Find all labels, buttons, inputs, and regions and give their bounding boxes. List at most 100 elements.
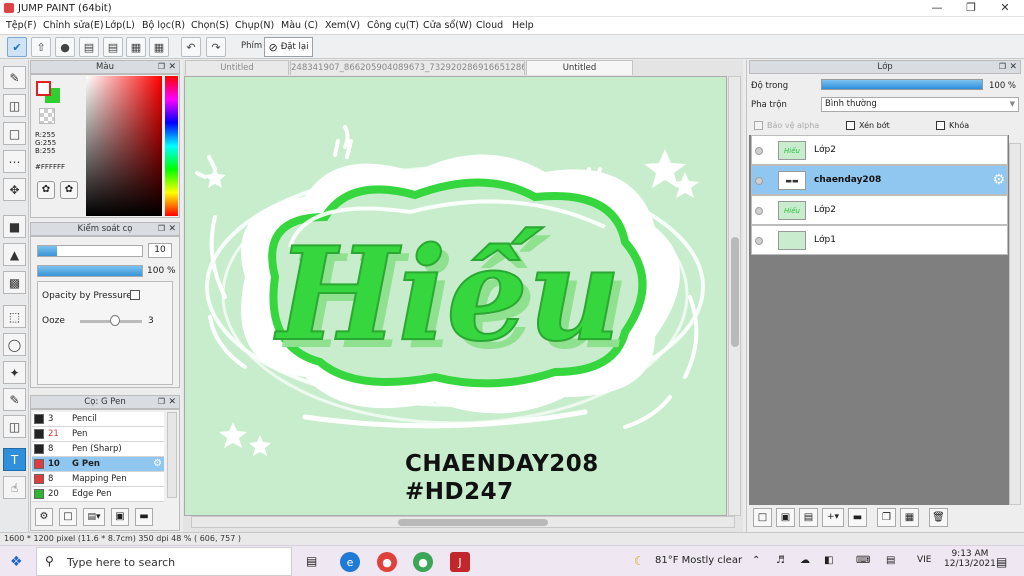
clock[interactable]: 9:13 AM 12/13/2021 [944, 549, 996, 569]
chrome-profile-icon[interactable]: ● [413, 552, 433, 572]
comment-icon[interactable]: ● [55, 37, 75, 57]
chevron-up-icon[interactable]: ⌃ [752, 555, 760, 566]
rectangle-tool-icon[interactable]: □ [3, 122, 26, 145]
layer-row-lop2[interactable]: Hiếu Lớp2 [751, 195, 1008, 225]
hue-slider[interactable] [165, 76, 178, 216]
new-raster-layer-icon[interactable]: ▣ [776, 508, 795, 527]
check-icon[interactable]: ✔ [7, 37, 27, 57]
chrome-icon[interactable]: ● [377, 552, 397, 572]
layout-icon[interactable]: ▦ [126, 37, 146, 57]
visibility-icon[interactable] [755, 177, 763, 185]
float-icon[interactable]: ❐ [158, 396, 165, 408]
display-icon[interactable]: ▤ [886, 555, 895, 566]
menu-capture[interactable]: Chụp(N) [235, 20, 274, 31]
windows-start-icon[interactable]: ❖ [10, 554, 23, 570]
duplicate-layer-icon[interactable]: ❐ [877, 508, 896, 527]
visibility-icon[interactable] [755, 237, 763, 245]
menu-tools[interactable]: Công cụ(T) [367, 20, 419, 31]
float-icon[interactable]: ❐ [158, 223, 165, 235]
float-icon[interactable]: ❐ [158, 61, 165, 73]
notification-icon[interactable]: ▤ [996, 555, 1007, 569]
grid-icon[interactable]: ▦ [149, 37, 169, 57]
canvas-horizontal-scrollbar[interactable] [191, 516, 735, 528]
doc-tab-image[interactable]: 248341907_866205904089673_73292028691665… [290, 60, 525, 75]
select-pen-icon[interactable]: ✎ [3, 388, 26, 411]
hand-tool-icon[interactable]: ☝ [3, 476, 26, 499]
gear-icon[interactable]: ⚙ [992, 172, 1005, 188]
brush-list-item[interactable]: 10 G Pen ⚙ [32, 457, 164, 472]
export-icon[interactable]: ⇧ [31, 37, 51, 57]
language-indicator[interactable]: VIE [917, 555, 932, 565]
volume-icon[interactable]: ♬ [776, 555, 785, 566]
eraser-tool-icon[interactable]: ◫ [3, 94, 26, 117]
add-layer-menu-icon[interactable]: +▾ [822, 508, 844, 527]
copy-brush-icon[interactable]: ▣ [111, 508, 129, 526]
network-icon[interactable]: ◧ [824, 555, 833, 566]
cloud-icon[interactable]: ☁ [800, 555, 810, 566]
menu-filter[interactable]: Bộ lọc(R) [142, 20, 185, 31]
fill-rect-tool-icon[interactable]: ■ [3, 215, 26, 238]
menu-cloud[interactable]: Cloud [476, 20, 503, 31]
menu-color[interactable]: Màu (C) [281, 20, 318, 31]
menu-layer[interactable]: Lớp(L) [105, 20, 135, 31]
text-tool-icon[interactable]: T [3, 448, 26, 471]
visibility-icon[interactable] [755, 207, 763, 215]
blend-mode-select[interactable]: Bình thường ▼ [821, 97, 1019, 112]
doc-tab-untitled-1[interactable]: Untitled [185, 60, 289, 75]
select-rect-icon[interactable]: ⬚ [3, 305, 26, 328]
doc-tab-untitled-2[interactable]: Untitled [526, 60, 633, 75]
brush-folder-icon[interactable]: ▬ [135, 508, 153, 526]
menu-help[interactable]: Help [512, 20, 534, 31]
gradient-tool-icon[interactable]: ▩ [3, 271, 26, 294]
float-icon[interactable]: ❐ [999, 61, 1006, 73]
page-icon[interactable]: ▤ [103, 37, 123, 57]
new-brush-icon[interactable]: □ [59, 508, 77, 526]
dotted-brush-icon[interactable]: ⋯ [3, 150, 26, 173]
menu-window[interactable]: Cửa sổ(W) [423, 20, 472, 31]
brush-list-item[interactable]: 8 Mapping Pen [32, 472, 164, 487]
layer-row-lop2-top[interactable]: Hiếu Lớp2 [751, 135, 1008, 165]
visibility-icon[interactable] [755, 147, 763, 155]
canvas-vertical-scrollbar[interactable] [728, 76, 741, 516]
layer-list-scrollbar[interactable] [1009, 143, 1021, 505]
task-view-icon[interactable]: ▤ [306, 554, 317, 568]
menu-file[interactable]: Tệp(F) [6, 20, 37, 31]
ooze-slider-thumb[interactable] [110, 315, 120, 326]
taskbar-search-box[interactable]: ⚲ Type here to search [36, 547, 292, 576]
layer-row-lop1[interactable]: Lớp1 [751, 225, 1008, 255]
palette-icon[interactable]: ✿ [37, 181, 55, 199]
brush-menu-icon[interactable]: ▤▾ [83, 508, 105, 526]
undo-icon[interactable]: ↶ [181, 37, 201, 57]
brush-list-item[interactable]: 3 Pencil [32, 412, 164, 427]
panel-close-icon[interactable]: ✕ [168, 61, 176, 73]
minimize-button[interactable]: — [920, 0, 954, 17]
reset-button[interactable]: ⊘ Đặt lại [264, 37, 313, 57]
menu-edit[interactable]: Chỉnh sửa(E) [43, 20, 104, 31]
brush-size-slider[interactable] [37, 245, 143, 257]
edge-icon[interactable]: e [340, 552, 360, 572]
brush-settings-icon[interactable]: ⚙ [35, 508, 53, 526]
jump-paint-taskbar-icon[interactable]: J [450, 552, 470, 572]
menu-select[interactable]: Chọn(S) [191, 20, 229, 31]
layer-opacity-slider[interactable] [821, 79, 983, 90]
close-button[interactable]: ✕ [988, 0, 1022, 17]
brush-size-input[interactable]: 10 [148, 243, 172, 258]
merge-layer-icon[interactable]: ▦ [900, 508, 919, 527]
new-text-layer-icon[interactable]: ▤ [799, 508, 818, 527]
panel-close-icon[interactable]: ✕ [168, 223, 176, 235]
menu-view[interactable]: Xem(V) [325, 20, 360, 31]
gear-icon[interactable]: ⚙ [153, 457, 162, 471]
trash-icon[interactable]: 🗑 [929, 508, 948, 527]
brush-list-scrollbar[interactable] [167, 412, 177, 498]
new-layer-icon[interactable]: □ [753, 508, 772, 527]
protect-alpha-checkbox[interactable] [754, 121, 763, 130]
lock-checkbox[interactable] [936, 121, 945, 130]
message-icon[interactable]: ▤ [79, 37, 99, 57]
keyboard-icon[interactable]: ⌨ [856, 555, 870, 566]
brush-tool-icon[interactable]: ✎ [3, 66, 26, 89]
magic-wand-icon[interactable]: ✦ [3, 361, 26, 384]
move-tool-icon[interactable]: ✥ [3, 178, 26, 201]
panel-close-icon[interactable]: ✕ [168, 396, 176, 408]
brush-opacity-slider[interactable] [37, 265, 143, 277]
brush-list-item[interactable]: 20 Edge Pen [32, 487, 164, 502]
